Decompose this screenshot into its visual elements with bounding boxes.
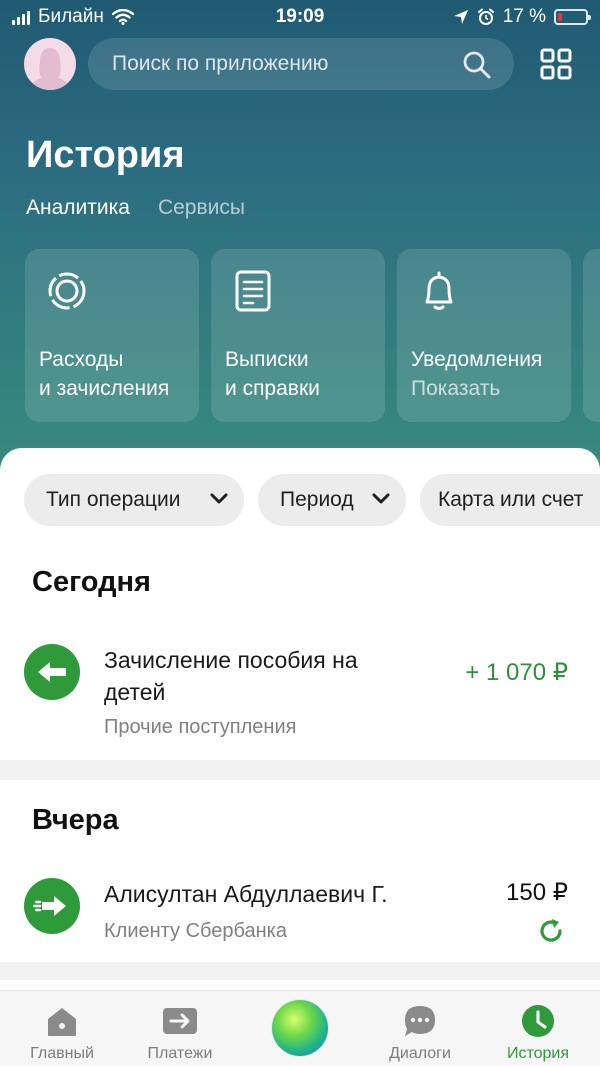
section-tabs: Аналитика Сервисы: [26, 196, 245, 220]
chat-icon: [405, 1006, 435, 1036]
search-bar[interactable]: Поиск по приложению: [88, 38, 514, 90]
assistant-orb-icon[interactable]: [272, 1000, 328, 1056]
filter-period[interactable]: Период: [258, 474, 406, 526]
operation-category: Клиенту Сбербанка: [104, 920, 287, 942]
nav-label: История: [506, 1045, 570, 1062]
chevron-down-icon: [210, 493, 228, 504]
search-icon[interactable]: [462, 50, 492, 80]
operation-name[interactable]: Зачисление пособия на детей: [104, 644, 404, 708]
battery-percent: 17 %: [502, 6, 546, 27]
nav-label: Диалоги: [389, 1045, 451, 1062]
filter-card-or-account[interactable]: Карта или счет: [420, 474, 600, 526]
nav-payments[interactable]: Платежи: [120, 991, 240, 1066]
tab-services[interactable]: Сервисы: [158, 196, 245, 220]
card-line1: Расходы: [39, 348, 124, 371]
repeat-icon[interactable]: [536, 916, 566, 946]
card-line1: Выписки: [225, 348, 309, 371]
yesterday-section: Вчера Алисултан Абдуллаевич Г. Клиенту С…: [0, 780, 600, 962]
next-section-peek: [0, 980, 600, 990]
search-placeholder: Поиск по приложению: [112, 52, 329, 75]
status-bar: Билайн 19:09 17 %: [0, 0, 600, 34]
section-today: Сегодня: [32, 566, 151, 598]
operation-amount: + 1 070 ₽: [465, 659, 568, 686]
chevron-down-icon: [372, 493, 390, 504]
page-title: История: [26, 134, 185, 176]
nav-label: Главный: [30, 1045, 94, 1062]
battery-icon: [554, 9, 591, 25]
section-yesterday: Вчера: [32, 804, 119, 836]
home-icon: [48, 1008, 76, 1036]
card-notifications[interactable]: Уведомления Показать: [397, 249, 571, 422]
donut-chart-icon: [48, 272, 86, 310]
avatar-silhouette-icon: [30, 48, 70, 90]
operation-amount: 150 ₽: [506, 879, 568, 906]
card-line2: Показать: [411, 377, 501, 400]
operations-sheet: Тип операции Период Карта или счет Сегод…: [0, 448, 600, 760]
arrow-left-icon: [24, 644, 80, 700]
apps-grid-icon[interactable]: [538, 46, 574, 82]
nav-history[interactable]: История: [478, 991, 598, 1066]
operation-name[interactable]: Алисултан Абдуллаевич Г.: [104, 878, 444, 910]
card-expenses-income[interactable]: Расходы и зачисления: [25, 249, 199, 422]
filter-operation-type[interactable]: Тип операции: [24, 474, 244, 526]
filter-chips: Тип операции Период Карта или счет: [24, 474, 600, 528]
nav-dialogs[interactable]: Диалоги: [360, 991, 480, 1066]
card-line2: и справки: [225, 377, 320, 400]
document-icon: [235, 270, 271, 312]
card-statements[interactable]: Выписки и справки: [211, 249, 385, 422]
chip-label: Тип операции: [46, 488, 181, 511]
profile-avatar[interactable]: [24, 38, 76, 90]
bell-icon: [425, 271, 453, 310]
status-right: 17 %: [453, 6, 591, 28]
chip-label: Период: [280, 488, 354, 511]
tab-analytics[interactable]: Аналитика: [26, 196, 130, 220]
card-line2: и зачисления: [39, 377, 170, 400]
operation-category: Прочие поступления: [104, 716, 297, 738]
card-line1: Уведомления: [411, 348, 543, 371]
arrow-right-icon: [24, 878, 80, 934]
battery-level-fill: [558, 13, 562, 21]
transfer-icon: [163, 1008, 197, 1034]
alarm-icon: [477, 8, 494, 25]
service-cards: Расходы и зачисления Выписки и справки У…: [25, 249, 600, 423]
location-arrow-icon: [453, 10, 468, 24]
card-next-partial[interactable]: [583, 249, 600, 422]
chip-label: Карта или счет: [438, 488, 584, 511]
clock-icon: [522, 1005, 554, 1037]
nav-home[interactable]: Главный: [2, 991, 122, 1066]
nav-label: Платежи: [147, 1045, 213, 1062]
